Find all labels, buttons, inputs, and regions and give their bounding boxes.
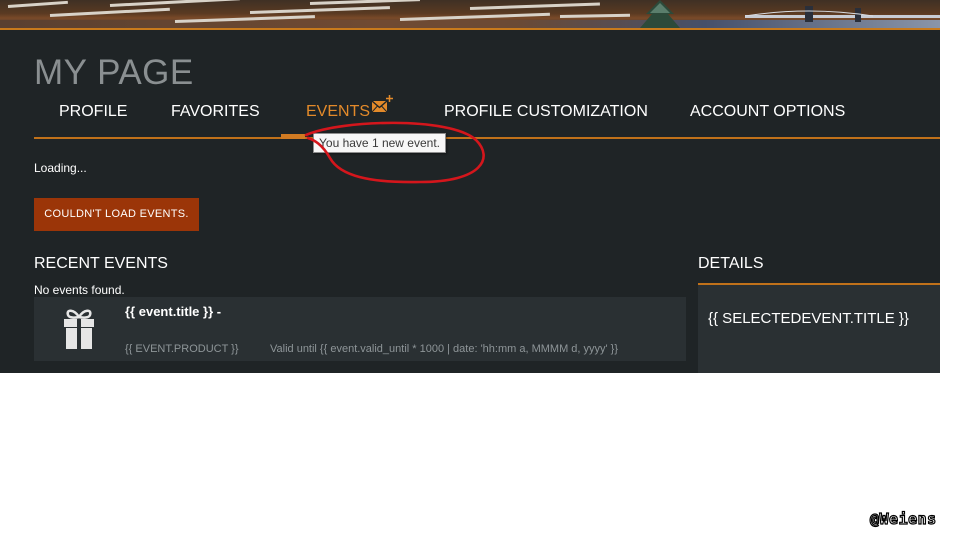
watermark-text: @Weiens [869,509,937,528]
nav-tab-account-options[interactable]: ACCOUNT OPTIONS [690,103,845,121]
couldnt-load-events-button[interactable]: COULDN'T LOAD EVENTS. [34,198,199,231]
page-title: MY PAGE [34,53,194,92]
event-list-item[interactable]: {{ event.title }} - {{ EVENT.PRODUCT }} … [34,297,686,361]
header-banner-image [0,0,940,30]
red-annotation-circle [304,121,485,184]
app-window: MY PAGE PROFILE FAVORITES EVENTS PROFILE… [0,0,940,373]
no-events-text: No events found. [34,283,125,297]
event-valid-until: Valid until {{ event.valid_until * 1000 … [270,343,619,355]
selected-event-title: {{ SELECTEDEVENT.TITLE }} [708,310,909,327]
gift-icon [64,309,94,349]
details-panel: {{ SELECTEDEVENT.TITLE }} [698,283,940,373]
details-heading: DETAILS [698,255,764,272]
event-product: {{ EVENT.PRODUCT }} [125,343,239,355]
event-title: {{ event.title }} - [125,304,222,319]
loading-text: Loading... [34,161,87,175]
recent-events-heading: RECENT EVENTS [34,255,168,272]
nav-tab-favorites[interactable]: FAVORITES [171,103,260,121]
nav-tab-profile[interactable]: PROFILE [59,103,127,121]
mail-plus-icon[interactable] [371,95,393,115]
